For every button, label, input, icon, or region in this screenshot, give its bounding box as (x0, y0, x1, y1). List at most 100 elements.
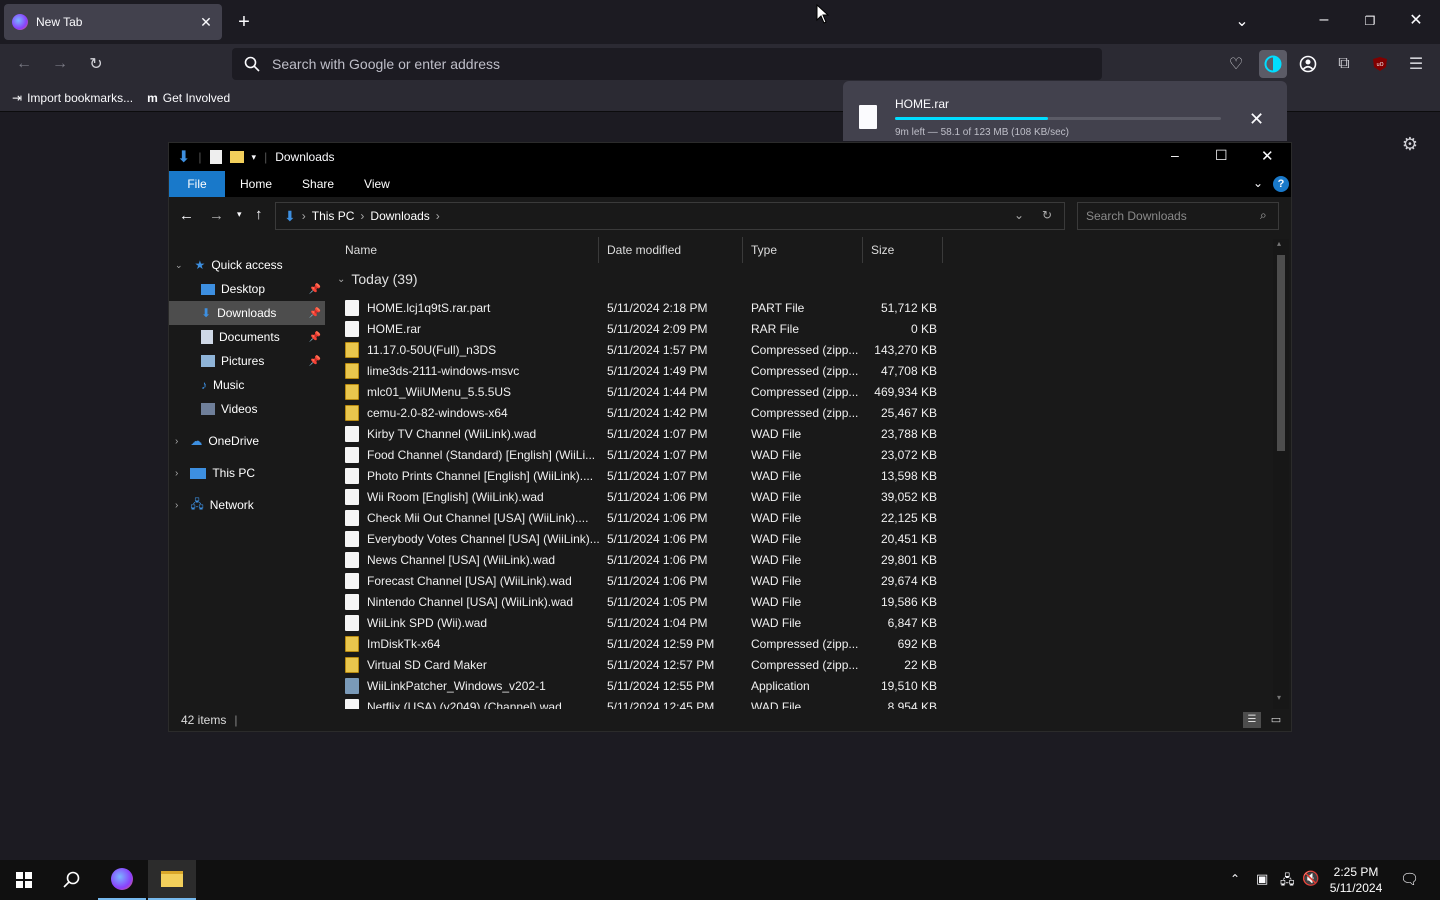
download-panel[interactable]: HOME.rar 9m left — 58.1 of 123 MB (108 K… (843, 81, 1287, 141)
sidebar-item-network[interactable]: › 🖧 Network (175, 493, 325, 517)
file-row[interactable]: cemu-2.0-82-windows-x64 5/11/2024 1:42 PM… (345, 402, 945, 423)
file-row[interactable]: Virtual SD Card Maker 5/11/2024 12:57 PM C… (345, 654, 945, 675)
file-row[interactable]: ImDiskTk-x64 5/11/2024 12:59 PM Compressed… (345, 633, 945, 654)
file-row[interactable]: lime3ds-2111-windows-msvc 5/11/2024 1:49 … (345, 360, 945, 381)
expand-ribbon-icon[interactable]: ⌄ (1253, 176, 1263, 190)
search-downloads-input[interactable]: Search Downloads ⌕ (1077, 202, 1279, 230)
scrollbar-thumb[interactable] (1277, 255, 1285, 451)
sidebar-item-music[interactable]: ♪ Music (169, 373, 325, 397)
gear-icon[interactable]: ⚙ (1398, 132, 1422, 156)
file-row[interactable]: Check Mii Out Channel [USA] (WiiLink)...… (345, 507, 945, 528)
bookmark-import[interactable]: ⇥ Import bookmarks... (12, 91, 133, 105)
close-window-button[interactable]: ✕ (1406, 11, 1426, 31)
new-folder-icon[interactable] (229, 151, 244, 163)
group-header-today[interactable]: ⌄ Today (39) (337, 271, 418, 287)
account-icon[interactable] (1296, 52, 1320, 76)
help-icon[interactable]: ? (1273, 176, 1289, 192)
file-row[interactable]: HOME.rar 5/11/2024 2:09 PM RAR File 0 KB (345, 318, 945, 339)
breadcrumb-downloads[interactable]: Downloads (370, 209, 429, 223)
file-row[interactable]: Kirby TV Channel (WiiLink).wad 5/11/2024 … (345, 423, 945, 444)
file-row[interactable]: WiiLinkPatcher_Windows_v202-1 5/11/2024 1… (345, 675, 945, 696)
chevron-up-icon[interactable]: ⌃ (1230, 872, 1240, 886)
explorer-close-button[interactable]: ✕ (1261, 147, 1274, 165)
downloads-toolbar-icon[interactable] (1259, 50, 1287, 78)
sidebar-item-videos[interactable]: Videos (169, 397, 325, 421)
meet-icon[interactable]: ▣ (1256, 871, 1268, 887)
pocket-icon[interactable]: ♡ (1224, 52, 1248, 76)
refresh-icon[interactable]: ↻ (1042, 208, 1052, 222)
address-dropdown-icon[interactable]: ⌄ (1014, 208, 1024, 222)
explorer-maximize-button[interactable]: ☐ (1215, 147, 1228, 164)
breadcrumb-this-pc[interactable]: This PC (312, 209, 355, 223)
sidebar-item-pictures[interactable]: Pictures 📌 (169, 349, 325, 373)
vertical-scrollbar[interactable]: ▴ ▾ (1273, 239, 1289, 709)
chevron-down-icon[interactable]: ⌄ (175, 260, 183, 271)
sidebar-item-this-pc[interactable]: › This PC (175, 461, 325, 485)
large-icons-view-icon[interactable]: ▭ (1267, 712, 1285, 728)
quick-access-dropdown-icon[interactable]: ▾ (252, 152, 257, 163)
bookmark-get-involved[interactable]: m Get Involved (147, 91, 230, 105)
file-row[interactable]: mlc01_WiiUMenu_5.5.5US 5/11/2024 1:44 PM C… (345, 381, 945, 402)
file-row[interactable]: Food Channel (Standard) [English] (WiiLi… (345, 444, 945, 465)
file-row[interactable]: Wii Room [English] (WiiLink).wad 5/11/202… (345, 486, 945, 507)
ribbon-tab-share[interactable]: Share (287, 171, 349, 197)
chevron-right-icon[interactable]: › (175, 500, 178, 511)
column-header-name[interactable]: Name (337, 237, 599, 263)
chevron-right-icon[interactable]: › (175, 468, 178, 479)
sidebar-item-onedrive[interactable]: › ☁ OneDrive (175, 429, 325, 453)
file-row[interactable]: Photo Prints Channel [English] (WiiLink)… (345, 465, 945, 486)
file-row[interactable]: Forecast Channel [USA] (WiiLink).wad 5/11… (345, 570, 945, 591)
volume-muted-icon[interactable]: 🔇 (1302, 870, 1319, 887)
chevron-right-icon[interactable]: › (175, 436, 178, 447)
list-tabs-icon[interactable]: ⌄ (1232, 12, 1252, 32)
notifications-icon[interactable]: 🗨 (1400, 870, 1419, 888)
file-row[interactable]: Nintendo Channel [USA] (WiiLink).wad 5/11… (345, 591, 945, 612)
back-icon[interactable]: ← (12, 52, 36, 76)
reload-icon[interactable]: ↻ (84, 52, 108, 76)
up-arrow-icon[interactable]: ↑ (255, 206, 263, 223)
minimize-button[interactable]: – (1314, 10, 1334, 30)
explorer-minimize-button[interactable]: – (1171, 147, 1179, 163)
file-row[interactable]: Everybody Votes Channel [USA] (WiiLink).… (345, 528, 945, 549)
url-bar[interactable]: Search with Google or enter address (232, 48, 1102, 80)
file-row[interactable]: Netflix (USA) (v2049) (Channel).wad 5/11/… (345, 696, 945, 709)
details-view-icon[interactable]: ☰ (1243, 712, 1261, 728)
file-row[interactable]: HOME.lcj1q9tS.rar.part 5/11/2024 2:18 PM P… (345, 297, 945, 318)
ribbon-tab-view[interactable]: View (349, 171, 405, 197)
restore-button[interactable]: ❐ (1360, 11, 1380, 31)
menu-icon[interactable]: ☰ (1404, 52, 1428, 76)
back-arrow-icon[interactable]: ← (179, 207, 194, 224)
file-row[interactable]: 11.17.0-50U(Full)_n3DS 5/11/2024 1:57 PM C… (345, 339, 945, 360)
ribbon-tab-home[interactable]: Home (225, 171, 287, 197)
extensions-icon[interactable]: ⧉ (1332, 52, 1356, 76)
column-header-type[interactable]: Type (743, 237, 863, 263)
forward-icon[interactable]: → (48, 52, 72, 76)
cancel-download-icon[interactable]: ✕ (1249, 109, 1264, 130)
chevron-down-icon[interactable]: ⌄ (337, 274, 345, 285)
scroll-down-icon[interactable]: ▾ (1277, 693, 1281, 702)
file-explorer-taskbar-icon[interactable] (148, 860, 196, 900)
column-header-date[interactable]: Date modified (599, 237, 743, 263)
close-tab-icon[interactable]: ✕ (198, 14, 214, 31)
ublock-icon[interactable]: uO (1368, 52, 1392, 76)
scroll-up-icon[interactable]: ▴ (1277, 239, 1281, 248)
windows-start-icon[interactable] (0, 860, 48, 900)
network-icon[interactable]: 🖧 (1280, 871, 1295, 893)
address-bar[interactable]: ⬇ › This PC › Downloads › ⌄ ↻ (275, 202, 1065, 230)
sidebar-item-quick-access[interactable]: ⌄ ★ Quick access (175, 253, 325, 277)
tab-new-tab[interactable]: New Tab ✕ (4, 4, 222, 40)
new-tab-button[interactable]: + (234, 12, 254, 32)
sidebar-item-documents[interactable]: Documents 📌 (169, 325, 325, 349)
system-clock[interactable]: 2:25 PM 5/11/2024 (1326, 864, 1386, 896)
file-row[interactable]: News Channel [USA] (WiiLink).wad 5/11/202… (345, 549, 945, 570)
file-row[interactable]: WiiLink SPD (Wii).wad 5/11/2024 1:04 PM WA… (345, 612, 945, 633)
properties-icon[interactable] (209, 150, 222, 164)
firefox-taskbar-icon[interactable] (98, 860, 146, 900)
search-icon[interactable] (48, 860, 96, 900)
sidebar-item-downloads[interactable]: ⬇ Downloads 📌 (169, 301, 325, 325)
sidebar-item-desktop[interactable]: Desktop 📌 (169, 277, 325, 301)
ribbon-tab-file[interactable]: File (169, 171, 225, 197)
recent-locations-icon[interactable]: ▾ (237, 209, 242, 220)
column-header-size[interactable]: Size (863, 237, 943, 263)
forward-arrow-icon[interactable]: → (209, 207, 224, 224)
